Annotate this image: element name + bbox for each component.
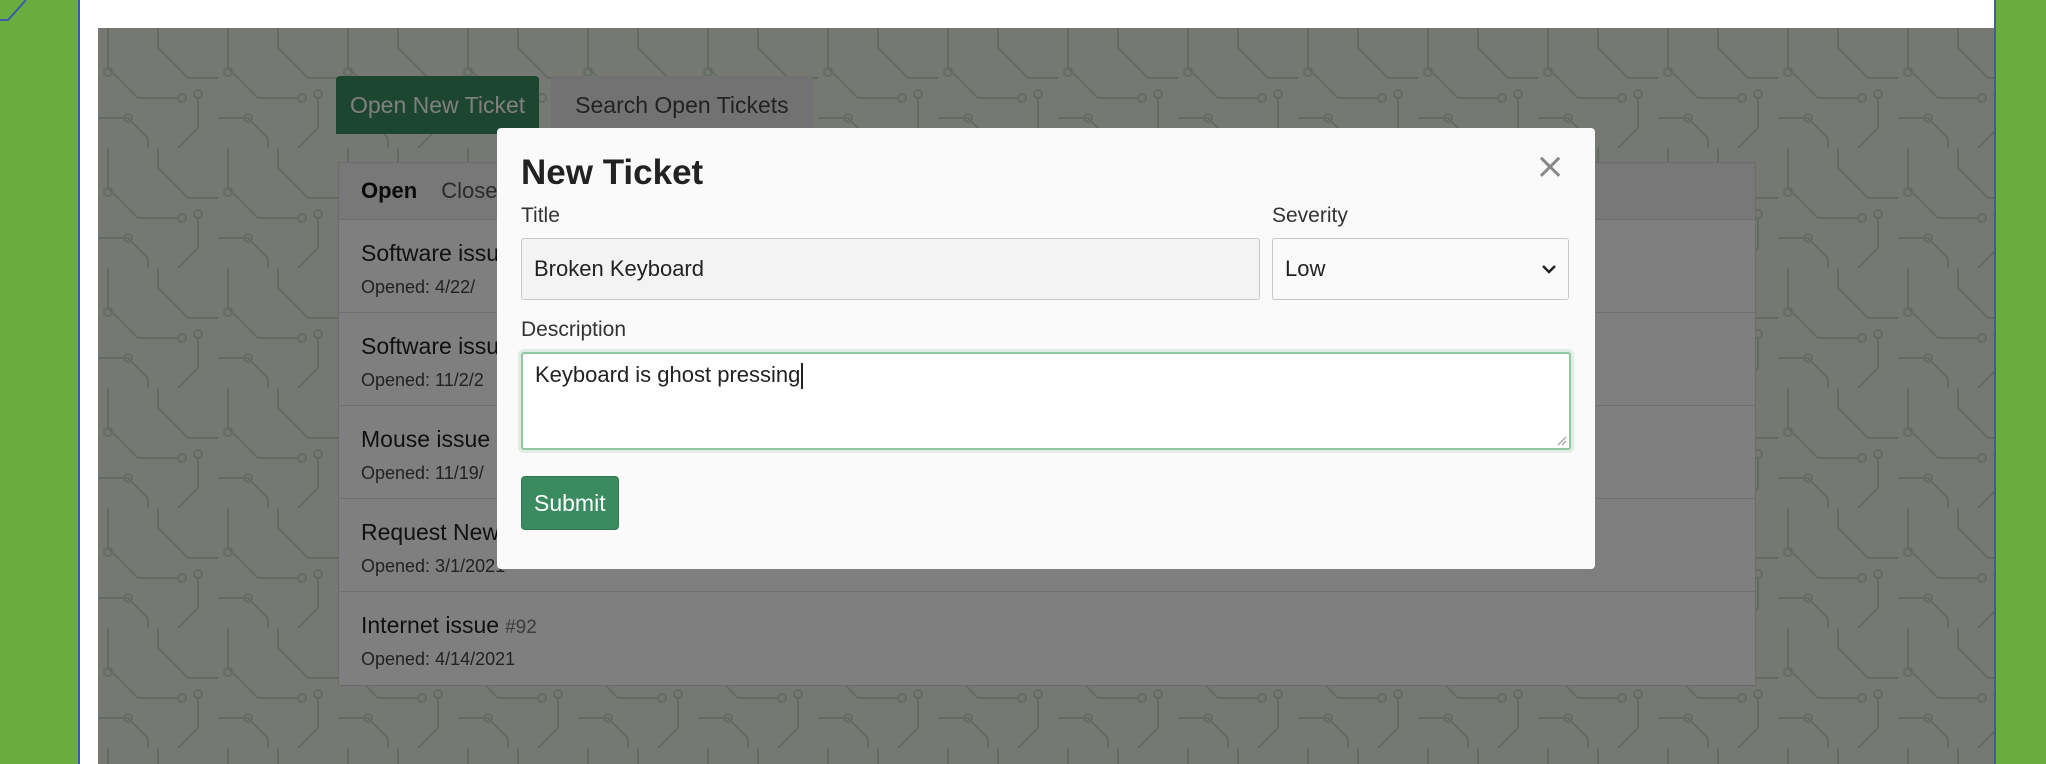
resize-handle-icon[interactable]	[1555, 434, 1567, 446]
check-mark-icon	[0, 0, 27, 21]
description-label: Description	[521, 318, 627, 341]
severity-selected-value: Low	[1285, 256, 1326, 281]
close-icon[interactable]: ×	[1535, 149, 1565, 185]
title-label: Title	[521, 204, 560, 227]
title-severity-row: Title Severity Low	[521, 204, 1571, 300]
new-ticket-modal: New Ticket × Title Severity Low Descript…	[497, 128, 1595, 569]
description-textarea[interactable]: Keyboard is ghost pressing	[521, 352, 1571, 450]
title-field-group: Title	[521, 204, 1260, 300]
title-input[interactable]	[521, 238, 1260, 300]
severity-label: Severity	[1272, 204, 1348, 227]
chevron-down-icon	[1542, 265, 1556, 274]
severity-select[interactable]: Low	[1272, 238, 1569, 300]
submit-button[interactable]: Submit	[521, 476, 619, 530]
modal-title: New Ticket	[521, 153, 704, 192]
severity-field-group: Severity Low	[1272, 204, 1569, 300]
description-text: Keyboard is ghost pressing	[535, 362, 801, 387]
text-caret	[801, 363, 804, 390]
app-stage: Open New Ticket Search Open Tickets Open…	[98, 28, 1994, 764]
